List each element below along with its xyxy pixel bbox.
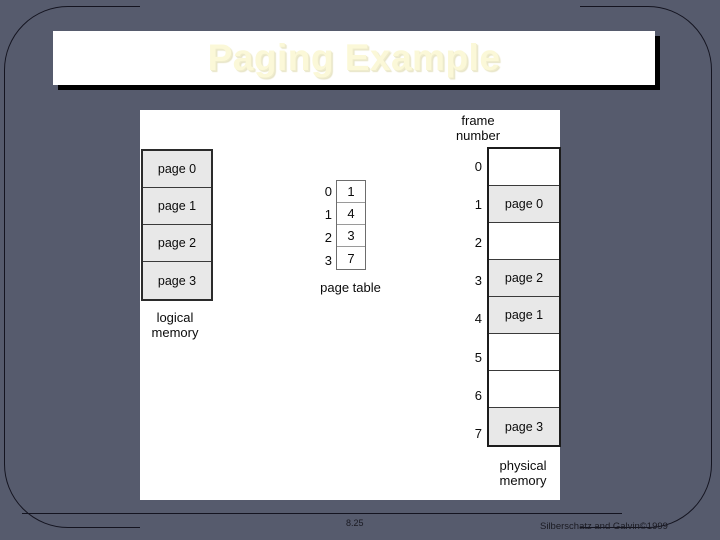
frame-index: 5 [474,349,482,365]
physical-memory-column: page 0 page 2 page 1 page 3 [487,147,561,447]
frame-number-header-line2: number [455,128,501,143]
frame-number-header-line1: frame [461,113,495,128]
page-table-entry: 3 [337,225,365,247]
physical-memory-frame [489,223,559,260]
physical-memory-frame: page 1 [489,297,559,334]
logical-memory-cell: page 2 [143,225,211,262]
footer-divider [22,513,622,514]
logical-memory-cell: page 0 [143,151,211,188]
page-table-entry: 4 [337,203,365,225]
physical-memory-frame: page 3 [489,408,559,445]
frame-index: 3 [474,273,482,289]
physical-memory-frame [489,334,559,371]
page-table-entry: 7 [337,247,365,269]
copyright-credit: Silberschatz and Galvin©1999 [540,521,668,532]
page-title: Paging Example [207,37,501,78]
slide-number: 8.25 [346,518,364,528]
physical-memory-caption-line1: physical [499,458,547,473]
physical-memory-frame: page 2 [489,260,559,297]
frame-number-header: frame number [438,113,518,143]
page-table-index: 3 [324,253,332,268]
logical-memory-cell: page 1 [143,188,211,225]
page-table-index: 2 [324,230,332,245]
page-table-index-column: 0 1 2 3 [310,180,332,272]
paging-diagram: page 0 page 1 page 2 page 3 logical memo… [140,110,561,500]
frame-index-column: 0 1 2 3 4 5 6 7 [462,147,482,453]
frame-index: 4 [474,311,482,327]
logical-memory-column: page 0 page 1 page 2 page 3 [141,149,213,301]
frame-index: 7 [474,425,482,441]
frame-index: 0 [474,158,482,174]
logical-memory-caption-line2: memory [151,325,199,340]
page-table-caption: page table [320,280,381,295]
page-table-index: 1 [324,207,332,222]
page-table-entry: 1 [337,181,365,203]
title-banner: Paging Example [53,31,655,85]
frame-gap-top [140,0,580,12]
logical-memory-cell: page 3 [143,262,211,299]
physical-memory-caption-line2: memory [499,473,547,488]
physical-memory-caption: physical memory [485,458,561,488]
frame-index: 6 [474,387,482,403]
logical-memory-caption: logical memory [140,310,210,340]
physical-memory-frame [489,149,559,186]
page-table-index: 0 [324,184,332,199]
physical-memory-frame [489,371,559,408]
logical-memory-caption-line1: logical [156,310,194,325]
frame-index: 2 [474,234,482,250]
frame-index: 1 [474,196,482,212]
page-table: 1 4 3 7 [336,180,366,270]
physical-memory-frame: page 0 [489,186,559,223]
